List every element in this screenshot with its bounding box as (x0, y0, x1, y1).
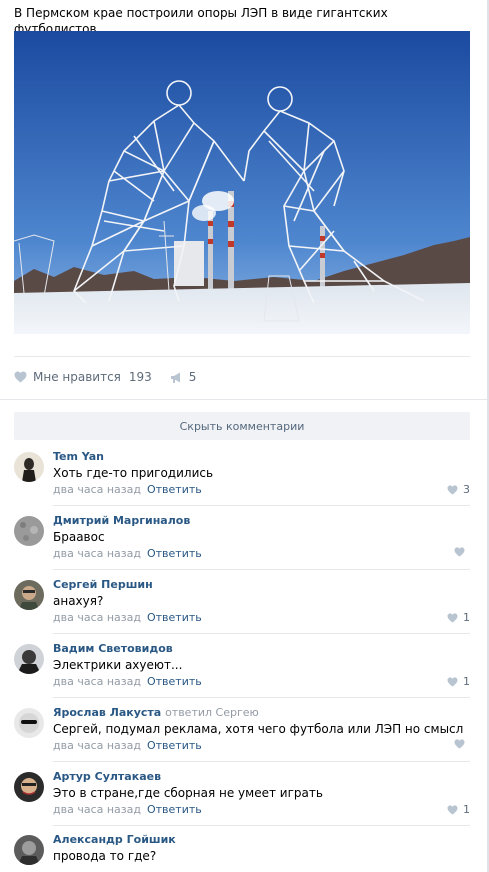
heart-icon (447, 484, 458, 495)
like-label: Мне нравится (33, 370, 121, 384)
hide-comments-button[interactable]: Скрыть комментарии (14, 412, 470, 440)
comment-divider (53, 761, 470, 762)
comment-text: Сергей, подумал реклама, хотя чего футбо… (53, 722, 464, 736)
megaphone-icon (170, 372, 180, 383)
reply-link[interactable]: Ответить (147, 547, 202, 560)
comment-meta: два часа назад Ответить (53, 611, 202, 624)
comment-like-button[interactable] (454, 739, 470, 749)
comment-like-count: 1 (463, 803, 470, 816)
comment-author[interactable]: Tem Yan (53, 450, 104, 463)
comment-meta: два часа назад Ответить (53, 547, 202, 560)
comment-like-button[interactable]: 1 (447, 611, 470, 624)
comment-divider (53, 697, 470, 698)
comment-meta: два часа назад Ответить (53, 739, 202, 752)
avatar[interactable] (14, 772, 44, 802)
like-count: 193 (128, 370, 152, 384)
comment-time: два часа назад (53, 739, 141, 752)
comment-text: Электрики ахуеют... (53, 658, 183, 672)
heart-icon (447, 676, 458, 687)
comment-author[interactable]: Александр Гойшик (53, 833, 176, 846)
comment-divider (53, 633, 470, 634)
comment-author[interactable]: Сергей Першин (53, 578, 153, 591)
photo-power-pylons (14, 31, 470, 334)
avatar[interactable] (14, 580, 44, 610)
comment-time: два часа назад (53, 675, 141, 688)
heart-icon (454, 547, 465, 557)
comment-text: Хоть где-то пригодились (53, 466, 214, 480)
avatar[interactable] (14, 516, 44, 546)
like-button[interactable]: Мне нравится 193 (14, 370, 152, 384)
share-count: 5 (188, 370, 197, 384)
comment-like-button[interactable]: 3 (447, 483, 470, 496)
avatar[interactable] (14, 708, 44, 738)
comment-like-button[interactable] (454, 547, 470, 557)
comment-time: два часа назад (53, 803, 141, 816)
avatar[interactable] (14, 644, 44, 674)
post-divider (14, 356, 470, 357)
post-actions: Мне нравится 193 5 (14, 368, 214, 386)
comment-text: провода то где? (53, 849, 157, 863)
comment-like-button[interactable]: 1 (447, 675, 470, 688)
comment-text: анахуя? (53, 594, 104, 608)
post-photo[interactable] (14, 31, 470, 334)
heart-icon (14, 371, 27, 383)
comment-like-count: 1 (463, 675, 470, 688)
comment-time: два часа назад (53, 611, 141, 624)
comment-time: два часа назад (53, 547, 141, 560)
reply-link[interactable]: Ответить (147, 611, 202, 624)
heart-icon (454, 739, 465, 749)
comment-like-count: 1 (463, 611, 470, 624)
reply-to-label[interactable]: ответил Сергею (165, 706, 259, 719)
comment-time: два часа назад (53, 483, 141, 496)
comment-author[interactable]: Дмитрий Маргиналов (53, 514, 190, 527)
avatar[interactable] (14, 835, 44, 865)
section-divider (0, 399, 487, 400)
comment-divider (53, 825, 470, 826)
comment-like-button[interactable]: 1 (447, 803, 470, 816)
heart-icon (447, 612, 458, 623)
comment-text: Браавос (53, 530, 105, 544)
comment-meta: два часа назад Ответить (53, 803, 202, 816)
comment-author[interactable]: Вадим Световидов (53, 642, 173, 655)
reply-link[interactable]: Ответить (147, 803, 202, 816)
comment-divider (53, 569, 470, 570)
comment-meta: два часа назад Ответить (53, 483, 202, 496)
comment-author[interactable]: Ярослав Лакуста ответил Сергею (53, 706, 259, 719)
reply-link[interactable]: Ответить (147, 675, 202, 688)
comment-divider (53, 505, 470, 506)
avatar[interactable] (14, 452, 44, 482)
heart-icon (447, 804, 458, 815)
comment-text: Это в стране,где сборная не умеет играть (53, 786, 323, 800)
comment-like-count: 3 (463, 483, 470, 496)
reply-link[interactable]: Ответить (147, 483, 202, 496)
comment-author[interactable]: Артур Султакаев (53, 770, 161, 783)
share-button[interactable]: 5 (170, 370, 197, 384)
comment-meta: два часа назад Ответить (53, 675, 202, 688)
reply-link[interactable]: Ответить (147, 739, 202, 752)
